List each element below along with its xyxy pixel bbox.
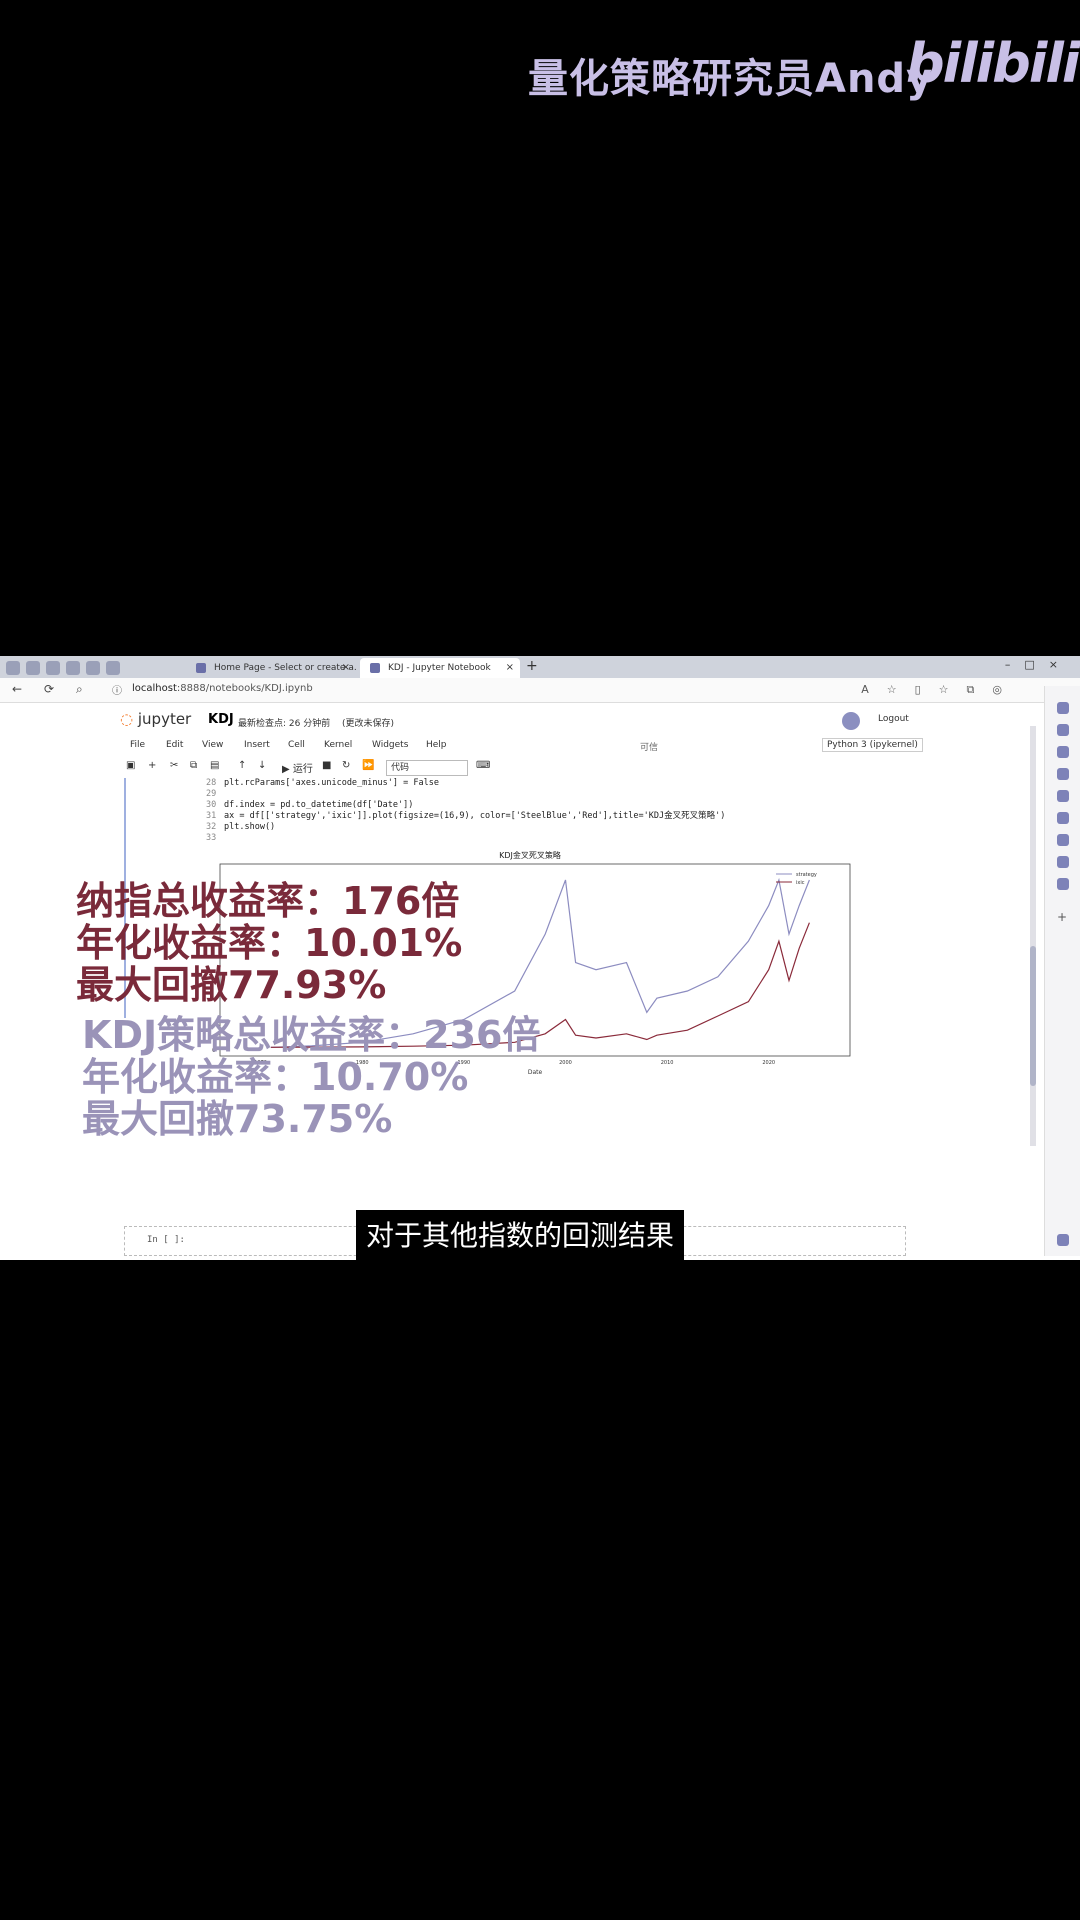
x-tick-label: 2010: [661, 1060, 674, 1066]
nasdaq-stats: 纳指总收益率：176倍 年化收益率：10.01% 最大回撤77.93%: [76, 880, 462, 1006]
watermark: 量化策略研究员Andy bilibili: [528, 32, 1080, 110]
reload-icon[interactable]: ⟳: [44, 682, 54, 696]
trusted-indicator[interactable]: 可信: [640, 740, 658, 753]
checkpoint-status: 最新检查点: 26 分钟前: [238, 719, 331, 729]
tab-toolbar-icons: [6, 660, 126, 679]
workspaces-icon[interactable]: [26, 661, 40, 675]
cut-icon[interactable]: ✂: [170, 760, 178, 771]
move-up-icon[interactable]: ↑: [238, 760, 246, 771]
legend-strategy: strategy: [796, 872, 817, 878]
notebook-name[interactable]: KDJ: [208, 712, 234, 727]
menu-file[interactable]: File: [130, 740, 145, 750]
input-prompt: In [ ]:: [147, 1235, 185, 1245]
tab-bar: Home Page - Select or create a... × KDJ …: [0, 656, 1080, 678]
paste-icon[interactable]: ▤: [210, 760, 219, 771]
copilot-icon[interactable]: [1057, 790, 1069, 802]
tab-label: KDJ - Jupyter Notebook: [388, 663, 491, 673]
stop-icon[interactable]: ■: [322, 760, 331, 771]
nasdaq-total-return: 纳指总收益率：176倍: [76, 879, 460, 923]
tab-kdj-notebook[interactable]: KDJ - Jupyter Notebook ×: [360, 658, 520, 678]
tools-icon[interactable]: [1057, 834, 1069, 846]
keyboard-icon[interactable]: ⌨: [476, 760, 490, 771]
menu-cell[interactable]: Cell: [288, 740, 305, 750]
favorites-icon[interactable]: [86, 661, 100, 675]
x-tick-label: 2020: [762, 1060, 775, 1066]
tab-actions-icon[interactable]: [106, 661, 120, 675]
browser-sidebar: +: [1044, 686, 1080, 1256]
menu-edit[interactable]: Edit: [166, 740, 183, 750]
close-tab-icon[interactable]: ×: [506, 658, 514, 678]
legend-ixic: ixic: [796, 880, 805, 886]
jupyter-logo[interactable]: ◌ jupyter: [120, 710, 191, 728]
collections-icon[interactable]: [46, 661, 60, 675]
settings-icon[interactable]: [1057, 1234, 1069, 1246]
kdj-total-return: KDJ策略总收益率：236倍: [82, 1013, 541, 1057]
address-bar-icons[interactable]: A☆▯☆⧉◎: [861, 683, 1020, 697]
menu-help[interactable]: Help: [426, 740, 447, 750]
chess-icon[interactable]: [1057, 768, 1069, 780]
code-line: 28 plt.rcParams['axes.unicode_minus'] = F…: [206, 778, 439, 788]
menu-insert[interactable]: Insert: [244, 740, 270, 750]
scrollbar-thumb[interactable]: [1030, 946, 1036, 1086]
notebook-toolbar: ▣ + ✂ ⧉ ▤ ↑ ↓ ▶ 运行 ■ ↻ ⏩ 代码 ⌨: [126, 760, 526, 778]
save-icon[interactable]: ▣: [126, 760, 135, 771]
move-down-icon[interactable]: ↓: [258, 760, 266, 771]
run-button[interactable]: ▶ 运行: [282, 760, 313, 775]
code-line: 29: [206, 789, 217, 799]
bilibili-logo: bilibili: [906, 32, 1080, 95]
kdj-max-drawdown: 最大回撤73.75%: [82, 1097, 393, 1141]
url-field[interactable]: localhost:8888/notebooks/KDJ.ipynb: [132, 683, 313, 694]
back-icon[interactable]: ←: [12, 682, 22, 696]
window-controls[interactable]: –□×: [1005, 658, 1072, 671]
office-icon[interactable]: [1057, 812, 1069, 824]
kdj-annual-return: 年化收益率：10.70%: [82, 1055, 469, 1099]
cell-type-select[interactable]: 代码: [386, 760, 468, 776]
tab-label: Home Page - Select or create a...: [214, 663, 356, 673]
tab-home-page[interactable]: Home Page - Select or create a... ×: [186, 658, 356, 678]
insert-cell-icon[interactable]: +: [148, 760, 156, 771]
jupyter-favicon-icon: [196, 663, 206, 673]
restart-icon[interactable]: ↻: [342, 760, 350, 771]
search-icon[interactable]: ⌕: [76, 682, 83, 697]
notebook-header: ◌ jupyter KDJ 最新检查点: 26 分钟前 (更改未保存) Logo…: [120, 708, 920, 736]
info-icon[interactable]: ⓘ: [112, 682, 122, 697]
code-line: 32 plt.show(): [206, 822, 276, 832]
tag-icon[interactable]: [1057, 724, 1069, 736]
search-sidebar-icon[interactable]: [1057, 702, 1069, 714]
x-tick-label: 2000: [559, 1060, 572, 1066]
jupyter-favicon-icon: [370, 663, 380, 673]
nasdaq-max-drawdown: 最大回撤77.93%: [76, 963, 387, 1007]
add-sidebar-icon[interactable]: +: [1057, 910, 1069, 924]
author-watermark: 量化策略研究员Andy: [528, 56, 934, 102]
code-line: 33: [206, 833, 217, 843]
apps-icon[interactable]: [1057, 878, 1069, 890]
logout-button[interactable]: Logout: [878, 714, 909, 724]
code-cell[interactable]: 28 plt.rcParams['axes.unicode_minus'] = F…: [206, 778, 725, 844]
menu-widgets[interactable]: Widgets: [372, 740, 408, 750]
fast-forward-icon[interactable]: ⏩: [362, 760, 374, 771]
address-bar: ← ⟳ ⌕ ⓘ localhost:8888/notebooks/KDJ.ipy…: [0, 678, 1080, 703]
profile-icon[interactable]: [6, 661, 20, 675]
send-icon[interactable]: [1057, 856, 1069, 868]
close-tab-icon[interactable]: ×: [342, 658, 350, 678]
kdj-stats: KDJ策略总收益率：236倍 年化收益率：10.70% 最大回撤73.75%: [82, 1014, 540, 1140]
code-line: 31 ax = df[['strategy','ixic']].plot(figs…: [206, 811, 726, 821]
nasdaq-annual-return: 年化收益率：10.01%: [76, 921, 463, 965]
menu-kernel[interactable]: Kernel: [324, 740, 352, 750]
new-tab-button[interactable]: +: [526, 658, 538, 674]
chart-title: KDJ金叉死叉策略: [499, 850, 561, 860]
history-icon[interactable]: [66, 661, 80, 675]
menu-view[interactable]: View: [202, 740, 223, 750]
code-line: 30 df.index = pd.to_datetime(df['Date']): [206, 800, 414, 810]
copy-icon[interactable]: ⧉: [190, 760, 197, 771]
unsaved-status: (更改未保存): [342, 719, 395, 729]
kernel-indicator[interactable]: Python 3 (ipykernel): [822, 738, 923, 752]
page-scrollbar[interactable]: [1030, 726, 1036, 1146]
python-logo-icon: [842, 712, 860, 730]
menu-bar: File Edit View Insert Cell Kernel Widget…: [130, 740, 930, 756]
video-subtitle: 对于其他指数的回测结果: [356, 1210, 685, 1262]
briefcase-icon[interactable]: [1057, 746, 1069, 758]
